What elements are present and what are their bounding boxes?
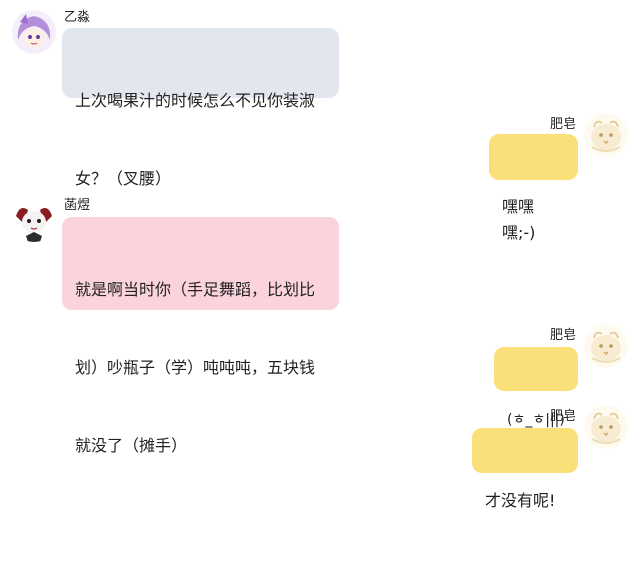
- red-white-anime-dog-avatar-icon[interactable]: [12, 198, 56, 242]
- message-bubble[interactable]: 就是啊当时你（手足舞蹈，比划比 划）吵瓶子（学）吨吨吨，五块钱 就没了（摊手）: [62, 217, 339, 455]
- sender-name: 肥皂: [550, 117, 577, 132]
- sender-name: 乙淼: [64, 10, 91, 25]
- message-bubble[interactable]: 嘿嘿嘿;-): [489, 134, 578, 242]
- message-text-line: 才没有呢!: [485, 491, 556, 510]
- sender-name: 菡煜: [64, 198, 91, 213]
- message-bubble[interactable]: 才没有呢!: [472, 428, 578, 510]
- message-text-line: 就没了（摊手）: [75, 436, 188, 455]
- sender-name: 肥皂: [550, 409, 577, 424]
- message-bubble[interactable]: 上次喝果汁的时候怎么不见你装淑 女？（叉腰）: [62, 28, 339, 188]
- message-bubble[interactable]: (ㅎ_ㅎ|||): [494, 347, 578, 428]
- cream-cartoon-bird-avatar-icon[interactable]: [584, 324, 628, 368]
- message-text-line: 划）吵瓶子（学）吨吨吨，五块钱: [75, 358, 316, 377]
- message-text-line: 女？（叉腰）: [75, 169, 172, 188]
- sender-name: 肥皂: [550, 328, 577, 343]
- cream-cartoon-bird-avatar-icon[interactable]: [584, 113, 628, 157]
- message-text-line: 嘿嘿嘿;-): [502, 197, 536, 242]
- purple-anime-girl-avatar-icon[interactable]: [12, 10, 56, 54]
- message-text-line: 上次喝果汁的时候怎么不见你装淑: [75, 91, 316, 110]
- cream-cartoon-bird-avatar-icon[interactable]: [584, 405, 628, 449]
- message-text-line: 就是啊当时你（手足舞蹈，比划比: [75, 280, 316, 299]
